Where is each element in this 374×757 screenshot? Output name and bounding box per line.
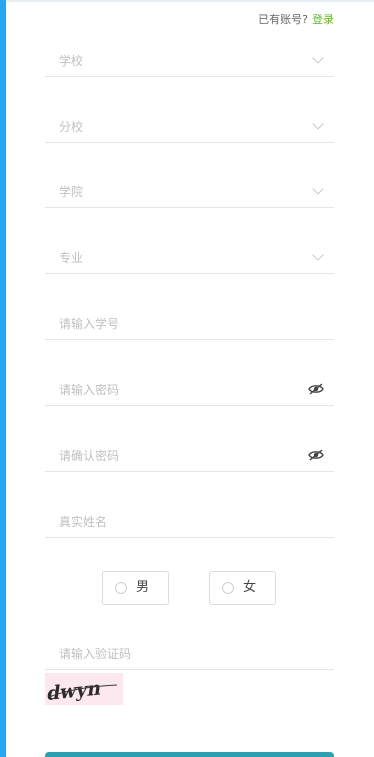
gender-female-label: 女 — [243, 580, 257, 595]
real-name-placeholder: 真实姓名 — [59, 515, 108, 529]
eye-icon[interactable] — [308, 449, 324, 461]
branch-select[interactable]: 分校 — [45, 113, 334, 143]
password-input[interactable]: 请输入密码 — [45, 376, 334, 406]
chevron-down-icon — [312, 118, 324, 130]
school-select[interactable]: 学校 — [45, 47, 334, 77]
student-id-input[interactable]: 请输入学号 — [45, 310, 334, 340]
eye-icon[interactable] — [308, 383, 324, 395]
confirm-password-input[interactable]: 请确认密码 — [45, 442, 334, 472]
radio-icon — [222, 582, 234, 594]
registration-screen: 已有账号? 登录 学校 分校 学院 专业 请输入学号 请输入密码 请确认密码 真… — [0, 0, 374, 757]
real-name-input[interactable]: 真实姓名 — [45, 508, 334, 538]
gender-female-option[interactable]: 女 — [209, 571, 276, 605]
chevron-down-icon — [312, 183, 324, 195]
top-divider — [6, 0, 374, 2]
has-account-text: 已有账号? — [258, 13, 308, 26]
captcha-graphic: dwyn — [46, 676, 118, 705]
submit-button[interactable] — [45, 752, 334, 757]
major-select[interactable]: 专业 — [45, 244, 334, 274]
password-placeholder: 请输入密码 — [59, 383, 120, 397]
login-link[interactable]: 登录 — [312, 13, 334, 26]
captcha-text: dwyn — [46, 676, 103, 705]
captcha-input[interactable]: 请输入验证码 — [45, 640, 334, 670]
confirm-password-placeholder: 请确认密码 — [59, 449, 120, 463]
gender-male-option[interactable]: 男 — [102, 571, 169, 605]
major-placeholder: 专业 — [59, 251, 84, 265]
radio-icon — [115, 582, 127, 594]
accent-bar — [0, 0, 6, 757]
school-placeholder: 学校 — [59, 54, 84, 68]
gender-male-label: 男 — [136, 580, 150, 595]
branch-placeholder: 分校 — [59, 120, 84, 134]
college-placeholder: 学院 — [59, 185, 84, 199]
captcha-image[interactable]: dwyn — [45, 673, 123, 705]
college-select[interactable]: 学院 — [45, 178, 334, 208]
login-hint: 已有账号? 登录 — [258, 11, 334, 27]
chevron-down-icon — [312, 249, 324, 261]
student-id-placeholder: 请输入学号 — [59, 317, 120, 331]
captcha-placeholder: 请输入验证码 — [59, 647, 132, 661]
chevron-down-icon — [312, 52, 324, 64]
